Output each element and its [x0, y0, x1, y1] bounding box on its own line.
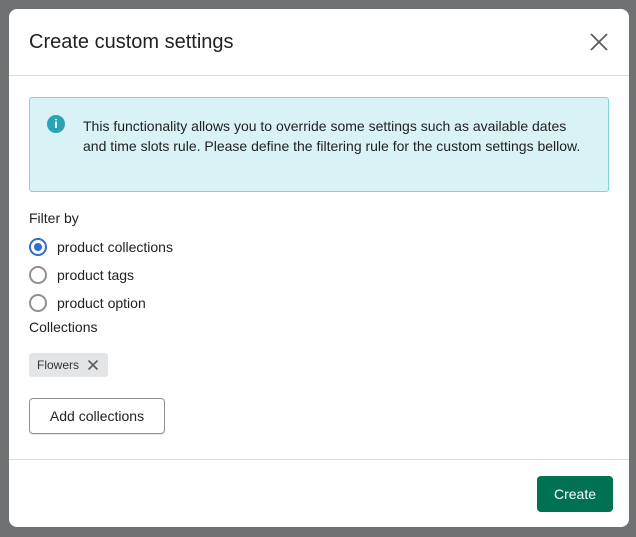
info-banner: i This functionality allows you to overr…: [29, 97, 609, 192]
close-icon[interactable]: [589, 32, 609, 52]
radio-product-collections[interactable]: product collections: [29, 237, 173, 257]
remove-tag-icon[interactable]: [87, 359, 99, 371]
footer-divider: [9, 459, 629, 460]
add-collections-button[interactable]: Add collections: [29, 398, 165, 434]
radio-label: product option: [57, 295, 146, 311]
info-icon: i: [47, 115, 65, 133]
radio-unchecked-icon: [29, 294, 47, 312]
create-custom-settings-modal: Create custom settings i This functional…: [9, 9, 629, 527]
modal-title: Create custom settings: [29, 31, 234, 53]
banner-text: This functionality allows you to overrid…: [83, 118, 581, 154]
radio-product-tags[interactable]: product tags: [29, 265, 134, 285]
collection-tag: Flowers: [29, 353, 108, 377]
radio-label: product collections: [57, 239, 173, 255]
filter-by-label: Filter by: [29, 210, 79, 226]
collections-label: Collections: [29, 319, 98, 335]
radio-label: product tags: [57, 267, 135, 283]
modal-header: Create custom settings: [9, 9, 629, 76]
radio-checked-icon: [29, 238, 47, 256]
radio-unchecked-icon: [29, 266, 47, 284]
create-button[interactable]: Create: [537, 476, 613, 512]
radio-product-option[interactable]: product option: [29, 293, 146, 313]
tag-label: Flowers: [37, 358, 80, 372]
